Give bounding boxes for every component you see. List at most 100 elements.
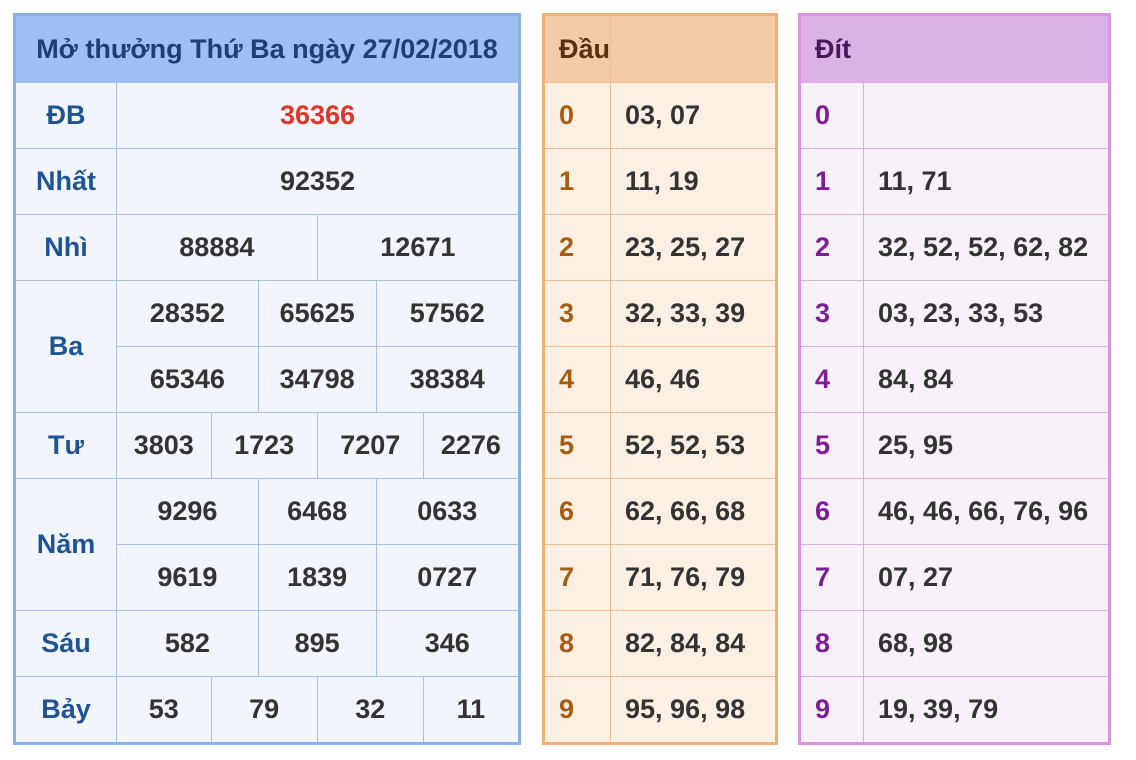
prize-number: 582 (116, 610, 259, 677)
dit-values: 84, 84 (863, 346, 1110, 413)
prize-number: 65625 (257, 280, 377, 347)
lottery-results-table: Mở thưởng Thứ Ba ngày 27/02/2018 ĐB 3636… (13, 13, 521, 745)
dau-values: 62, 66, 68 (610, 478, 777, 545)
dau-digit: 9 (542, 676, 612, 744)
prize-number: 34798 (257, 346, 377, 413)
dau-values: 32, 33, 39 (610, 280, 777, 347)
dit-values: 03, 23, 33, 53 (863, 280, 1110, 347)
prize-number: 346 (375, 610, 521, 677)
dau-digit: 4 (542, 346, 612, 413)
dit-values: 11, 71 (863, 148, 1110, 215)
prize-label-sau: Sáu (14, 610, 117, 677)
dit-digit: 7 (799, 544, 864, 611)
prize-label-ba: Ba (14, 280, 117, 413)
dau-table: Đầu 0 03, 07 1 11, 19 2 23, 25, 27 3 32, 33,… (542, 13, 778, 745)
dit-values: 32, 52, 52, 62, 82 (863, 214, 1110, 281)
table-row: Ba 28352 65625 57562 (14, 280, 521, 413)
table-row: 2 23, 25, 27 (542, 214, 777, 281)
dau-values: 95, 96, 98 (610, 676, 777, 744)
dau-values: 23, 25, 27 (610, 214, 777, 281)
table-row: ĐB 36366 (14, 82, 520, 149)
table-row: Năm 9296 6468 0633 (14, 478, 521, 611)
table-row: 5 52, 52, 53 (542, 412, 777, 479)
table-row: Bảy 53 79 32 11 (14, 676, 521, 744)
dau-digit: 5 (542, 412, 612, 479)
table-row: Tư 3803 1723 7207 2276 (14, 412, 521, 479)
table-row: Nhất 92352 (14, 148, 520, 215)
table-row: 3 03, 23, 33, 53 (799, 280, 1110, 347)
dit-values: 25, 95 (863, 412, 1110, 479)
prize-number: 79 (210, 676, 318, 744)
table-row: 7 07, 27 (799, 544, 1110, 611)
table-row: 1 11, 71 (799, 148, 1110, 215)
table-row: 9 95, 96, 98 (542, 676, 777, 744)
prize-label-bay: Bảy (14, 676, 117, 744)
dit-values: 46, 46, 66, 76, 96 (863, 478, 1110, 545)
prize-number: 88884 (116, 214, 318, 281)
dit-digit: 4 (799, 346, 864, 413)
table-row: 2 32, 52, 52, 62, 82 (799, 214, 1110, 281)
prize-number: 9619 (116, 544, 259, 611)
table-row: 8 68, 98 (799, 610, 1110, 677)
special-prize-number: 36366 (116, 82, 520, 149)
table-row: 4 84, 84 (799, 346, 1110, 413)
dau-digit: 0 (542, 82, 612, 149)
dau-digit: 6 (542, 478, 612, 545)
dau-values: 71, 76, 79 (610, 544, 777, 611)
prize-number: 28352 (116, 280, 259, 347)
dit-header-blank (863, 14, 1110, 83)
dit-values: 07, 27 (863, 544, 1110, 611)
table-row: 0 (799, 82, 1110, 149)
dau-digit: 2 (542, 214, 612, 281)
dau-values: 11, 19 (610, 148, 777, 215)
dit-header: Đít (799, 14, 864, 83)
prize-number: 12671 (316, 214, 521, 281)
table-row: 4 46, 46 (542, 346, 777, 413)
dau-values: 82, 84, 84 (610, 610, 777, 677)
prize-number: 32 (316, 676, 424, 744)
dau-values: 52, 52, 53 (610, 412, 777, 479)
prize-number: 7207 (316, 412, 424, 479)
prize-number: 9296 (116, 478, 259, 545)
dau-values: 03, 07 (610, 82, 777, 149)
prize-label-db: ĐB (14, 82, 117, 149)
dit-values (863, 82, 1110, 149)
prize-number: 57562 (375, 280, 521, 347)
table-row: Nhì 88884 12671 (14, 214, 521, 281)
dau-digit: 3 (542, 280, 612, 347)
dit-values: 19, 39, 79 (863, 676, 1110, 744)
dit-digit: 8 (799, 610, 864, 677)
prize-number: 92352 (116, 148, 520, 215)
dit-digit: 9 (799, 676, 864, 744)
table-row: 6 46, 46, 66, 76, 96 (799, 478, 1110, 545)
dit-digit: 6 (799, 478, 864, 545)
table-row: 9 19, 39, 79 (799, 676, 1110, 744)
prize-label-nhat: Nhất (14, 148, 117, 215)
prize-label-nhi: Nhì (14, 214, 117, 281)
prize-number: 38384 (375, 346, 521, 413)
dit-values: 68, 98 (863, 610, 1110, 677)
dau-digit: 8 (542, 610, 612, 677)
table-row: 6 62, 66, 68 (542, 478, 777, 545)
prize-number: 0633 (375, 478, 521, 545)
table-row: 7 71, 76, 79 (542, 544, 777, 611)
prize-number: 895 (257, 610, 377, 677)
results-title: Mở thưởng Thứ Ba ngày 27/02/2018 (14, 14, 520, 83)
prize-number: 3803 (116, 412, 212, 479)
prize-number: 2276 (422, 412, 521, 479)
prize-number: 1839 (257, 544, 377, 611)
dit-digit: 3 (799, 280, 864, 347)
prize-number: 53 (116, 676, 212, 744)
prize-number: 1723 (210, 412, 318, 479)
table-row: 1 11, 19 (542, 148, 777, 215)
dau-header-blank (610, 14, 777, 83)
table-row: 3 32, 33, 39 (542, 280, 777, 347)
dau-digit: 7 (542, 544, 612, 611)
dit-digit: 1 (799, 148, 864, 215)
dit-digit: 5 (799, 412, 864, 479)
prize-number: 65346 (116, 346, 259, 413)
table-row: 0 03, 07 (542, 82, 777, 149)
prize-label-nam: Năm (14, 478, 117, 611)
prize-number: 0727 (375, 544, 521, 611)
dau-values: 46, 46 (610, 346, 777, 413)
